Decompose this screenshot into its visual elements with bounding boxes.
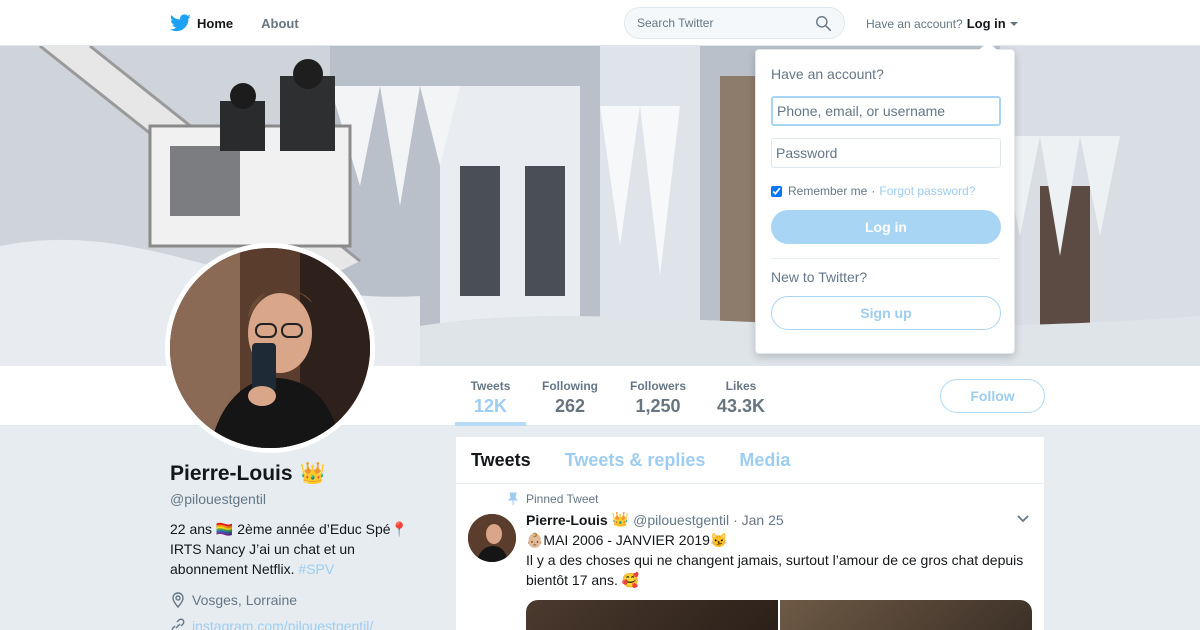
stat-followers[interactable]: Followers 1,250 bbox=[624, 366, 692, 426]
separator-dot: · bbox=[871, 184, 876, 198]
account-login-toggle[interactable]: Have an account? Log in bbox=[866, 16, 1018, 31]
stat-followers-value: 1,250 bbox=[635, 396, 681, 416]
caret-down-icon bbox=[1009, 21, 1018, 26]
tweet-line-2: Il y a des choses qui ne changent jamais… bbox=[526, 552, 1024, 588]
stat-tweets[interactable]: Tweets 12K bbox=[455, 366, 526, 426]
stat-followers-label: Followers bbox=[629, 379, 686, 393]
dropdown-divider bbox=[771, 258, 999, 259]
profile-handle[interactable]: @pilouestgentil bbox=[170, 491, 430, 507]
bio-hashtag-link[interactable]: #SPV bbox=[298, 561, 334, 577]
profile-name-text: Pierre-Louis bbox=[170, 462, 293, 485]
username-field[interactable] bbox=[771, 96, 1001, 126]
tweet-text: 👶🏼MAI 2006 - JANVIER 2019😼 Il y a des ch… bbox=[526, 530, 1032, 590]
login-dropdown-title: Have an account? bbox=[771, 66, 884, 82]
have-account-text: Have an account? bbox=[866, 16, 963, 31]
chevron-down-icon[interactable] bbox=[1016, 514, 1030, 524]
pin-icon bbox=[507, 492, 519, 505]
tweet-header: Pierre-Louis 👑 @pilouestgentil · Jan 25 bbox=[526, 511, 1032, 528]
search-icon[interactable] bbox=[815, 15, 832, 32]
login-button[interactable]: Log in bbox=[771, 210, 1001, 244]
profile-card: Pierre-Louis 👑 @pilouestgentil 22 ans 🏳️… bbox=[170, 462, 430, 630]
tab-media[interactable]: Media bbox=[739, 450, 790, 471]
signup-button[interactable]: Sign up bbox=[771, 296, 1001, 330]
nav-about-label: About bbox=[261, 15, 299, 31]
tab-tweets-and-replies[interactable]: Tweets & replies bbox=[565, 450, 706, 471]
timeline-tabs: Tweets Tweets & replies Media bbox=[456, 437, 1044, 484]
tweet-author-handle[interactable]: @pilouestgentil bbox=[633, 512, 729, 528]
remember-me-label[interactable]: Remember me bbox=[788, 184, 867, 198]
top-navigation-bar: Home About Search Twitter Have an accoun… bbox=[0, 0, 1200, 46]
profile-website[interactable]: instagram.com/pilouestgentil/ bbox=[170, 618, 430, 630]
nav-left-group: Home About bbox=[170, 0, 299, 46]
pinned-tweet[interactable]: Pinned Tweet Pierre-Louis 👑 @pilouestgen… bbox=[456, 484, 1044, 630]
tab-tweets[interactable]: Tweets bbox=[471, 450, 531, 471]
tweet-avatar[interactable] bbox=[468, 514, 516, 562]
remember-me-checkbox[interactable] bbox=[771, 185, 782, 197]
stat-following[interactable]: Following 262 bbox=[536, 366, 604, 426]
stat-likes-label: Likes bbox=[725, 379, 757, 393]
tweet-crown-emoji-icon: 👑 bbox=[611, 511, 630, 527]
profile-location: Vosges, Lorraine bbox=[170, 592, 430, 608]
location-text: Vosges, Lorraine bbox=[192, 592, 298, 608]
avatar-image bbox=[170, 248, 370, 448]
timeline-panel: Tweets Tweets & replies Media Pinned Twe… bbox=[456, 437, 1044, 630]
stat-following-label: Following bbox=[542, 379, 598, 393]
new-to-twitter-label: New to Twitter? bbox=[771, 269, 868, 285]
password-field[interactable] bbox=[771, 138, 1001, 168]
follow-button[interactable]: Follow bbox=[940, 379, 1045, 413]
avatar-photo-icon bbox=[170, 248, 370, 448]
profile-avatar[interactable] bbox=[165, 243, 375, 453]
location-pin-icon bbox=[172, 592, 184, 608]
tweet-media-image-2[interactable] bbox=[780, 600, 1032, 630]
stat-tweets-value: 12K bbox=[473, 396, 508, 416]
stat-tweets-label: Tweets bbox=[470, 379, 511, 393]
tweet-media-image-1[interactable] bbox=[526, 600, 778, 630]
nav-home-link[interactable]: Home bbox=[170, 14, 233, 32]
pinned-indicator: Pinned Tweet bbox=[506, 492, 1032, 506]
link-icon bbox=[171, 618, 185, 630]
stat-following-value: 262 bbox=[554, 396, 586, 416]
crown-emoji-icon: 👑 bbox=[299, 462, 326, 485]
twitter-bird-icon bbox=[170, 14, 191, 32]
tweet-media[interactable] bbox=[526, 600, 1032, 630]
forgot-password-link[interactable]: Forgot password? bbox=[879, 184, 975, 198]
website-text: instagram.com/pilouestgentil/ bbox=[192, 618, 374, 630]
search-input[interactable]: Search Twitter bbox=[624, 7, 845, 39]
search-placeholder: Search Twitter bbox=[637, 16, 714, 30]
profile-name[interactable]: Pierre-Louis 👑 bbox=[170, 462, 430, 486]
stat-likes[interactable]: Likes 43.3K bbox=[710, 366, 772, 426]
remember-row: Remember me · Forgot password? bbox=[771, 184, 999, 198]
nav-about-link[interactable]: About bbox=[261, 16, 299, 31]
nav-home-label: Home bbox=[197, 15, 234, 31]
pinned-label: Pinned Tweet bbox=[526, 492, 599, 506]
login-dropdown: Have an account? Remember me · Forgot pa… bbox=[755, 41, 1015, 354]
tweet-author-name[interactable]: Pierre-Louis bbox=[526, 512, 608, 528]
tweet-avatar-photo-icon bbox=[468, 514, 516, 562]
login-link-label: Log in bbox=[966, 16, 1006, 31]
profile-bio: 22 ans 🏳️‍🌈 2ème année d’Educ Spé📍IRTS N… bbox=[170, 519, 430, 579]
tweet-line-1: 👶🏼MAI 2006 - JANVIER 2019😼 bbox=[526, 532, 728, 548]
tweet-date[interactable]: · Jan 25 bbox=[733, 512, 784, 528]
stat-likes-value: 43.3K bbox=[716, 396, 766, 416]
bio-text: 22 ans 🏳️‍🌈 2ème année d’Educ Spé📍IRTS N… bbox=[170, 521, 409, 577]
